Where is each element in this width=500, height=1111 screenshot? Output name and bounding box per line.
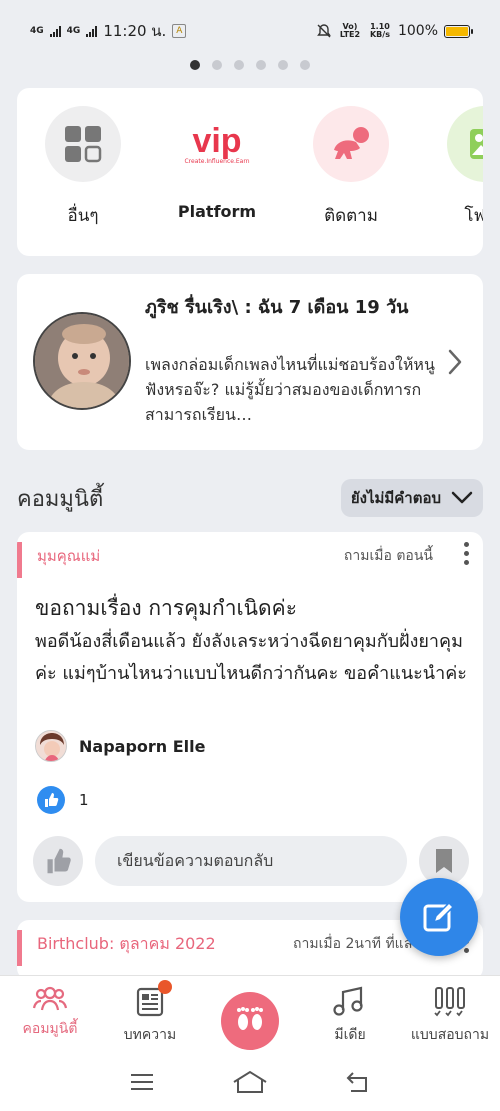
shortcuts-card: อื่นๆ vip Create.Influence.Earn Platform…: [17, 88, 483, 256]
carousel-dot[interactable]: [256, 60, 266, 70]
shortcut-others[interactable]: อื่นๆ: [23, 106, 143, 229]
bottom-tab-bar: คอมมูนิตี้ บทความ มีเดีย แบบสอบถาม: [0, 975, 500, 1053]
system-nav-bar: [0, 1053, 500, 1111]
shortcut-label: Platform: [177, 202, 257, 221]
carousel-dot[interactable]: [234, 60, 244, 70]
filter-dropdown[interactable]: ยังไม่มีคำตอบ: [340, 479, 483, 517]
vip-logo: vip Create.Influence.Earn: [179, 106, 255, 182]
notification-badge: [158, 980, 172, 994]
question-post[interactable]: มุมคุณแม่ ถามเมื่อ ตอนนี้ ขอถามเรื่อง กา…: [17, 532, 483, 902]
notification-app-icon: A: [172, 24, 187, 38]
chevron-down-icon: [451, 491, 473, 504]
clock: 11:20 น.: [103, 22, 167, 40]
shortcut-label: อื่นๆ: [67, 206, 99, 226]
post-category[interactable]: Birthclub: ตุลาคม 2022: [37, 932, 216, 957]
battery-percent: 100%: [397, 23, 438, 39]
signal-icon: [86, 25, 98, 37]
like-icon: [37, 786, 65, 814]
filter-label: ยังไม่มีคำตอบ: [350, 489, 441, 507]
post-category[interactable]: มุมคุณแม่: [37, 544, 100, 568]
tab-label: แบบสอบถาม: [410, 1027, 490, 1043]
volte-indicator: Vo) LTE2: [339, 22, 361, 39]
reply-bar: เขียนข้อความตอบกลับ: [33, 836, 469, 886]
post-body: พอดีน้องสี่เดือนแล้ว ยังลังเลระหว่างฉีดย…: [35, 631, 467, 684]
baby-avatar: [33, 312, 131, 410]
bookmark-icon: [436, 849, 452, 873]
chevron-right-icon[interactable]: [447, 348, 463, 376]
carousel-indicator: [0, 60, 500, 70]
thumbs-up-icon: [47, 848, 71, 874]
community-header: คอมมูนิตี้ ยังไม่มีคำตอบ: [17, 478, 483, 518]
tab-label: บทความ: [123, 1027, 177, 1043]
photo-icon: [447, 106, 483, 182]
post-author[interactable]: Napaporn Elle: [35, 730, 205, 762]
baby-crawl-icon: [313, 106, 389, 182]
post-time: ถามเมื่อ ตอนนี้: [343, 548, 433, 564]
tab-polls[interactable]: แบบสอบถาม: [400, 976, 500, 1053]
poll-icon: [434, 987, 465, 1017]
category-accent-bar: [17, 542, 22, 578]
network-speed: 1.10 KB/s: [369, 22, 390, 39]
tab-home[interactable]: [200, 976, 300, 1053]
edit-icon: [423, 901, 455, 932]
like-summary: 1: [37, 786, 89, 814]
category-accent-bar: [17, 930, 22, 966]
community-heading: คอมมูนิตี้: [17, 486, 104, 512]
back-icon[interactable]: [345, 1071, 371, 1093]
carousel-dot[interactable]: [212, 60, 222, 70]
tab-articles[interactable]: บทความ: [100, 976, 200, 1053]
carousel-dot[interactable]: [300, 60, 310, 70]
compose-question-button[interactable]: [400, 878, 478, 956]
reply-input[interactable]: เขียนข้อความตอบกลับ: [95, 836, 407, 886]
status-bar: 4G 4G 11:20 น. A Vo) LTE2 1.10 KB/s 100%: [0, 0, 500, 62]
carousel-dot[interactable]: [278, 60, 288, 70]
author-avatar: [35, 730, 67, 762]
tab-label: มีเดีย: [334, 1027, 366, 1043]
mute-icon: [317, 24, 331, 38]
like-count: 1: [79, 791, 89, 809]
menu-icon[interactable]: [129, 1072, 155, 1092]
carousel-dot[interactable]: [190, 60, 200, 70]
tab-label: คอมมูนิตี้: [22, 1021, 78, 1037]
network-indicator-2: 4G: [66, 25, 81, 36]
shortcut-platform[interactable]: vip Create.Influence.Earn Platform: [157, 106, 277, 221]
baby-tip-card[interactable]: ภูริช รื่นเริง\ : ฉัน 7 เดือน 19 วัน เพล…: [17, 274, 483, 450]
author-name: Napaporn Elle: [79, 736, 206, 756]
shortcut-follow[interactable]: ติดตาม: [291, 106, 411, 229]
people-icon: [32, 986, 68, 1011]
tab-media[interactable]: มีเดีย: [300, 976, 400, 1053]
vip-logo-text: vip: [192, 121, 242, 160]
baby-age-title: ภูริช รื่นเริง\ : ฉัน 7 เดือน 19 วัน: [145, 297, 409, 318]
like-button[interactable]: [33, 836, 83, 886]
signal-icon: [49, 25, 61, 37]
music-icon: [333, 986, 363, 1016]
baby-tip-text: เพลงกล่อมเด็กเพลงไหนที่แม่ชอบร้องให้หนูฟ…: [145, 355, 435, 424]
more-options-icon[interactable]: [464, 542, 469, 565]
footprints-icon: [221, 992, 279, 1050]
shortcut-photo[interactable]: โฟโต: [425, 106, 483, 229]
shortcut-label: ติดตาม: [324, 206, 378, 226]
grid-icon: [45, 106, 121, 182]
battery-icon: [444, 24, 473, 38]
network-indicator-1: 4G: [30, 25, 44, 36]
home-icon[interactable]: [232, 1070, 268, 1094]
shortcut-label: โฟโต: [464, 206, 483, 226]
tab-community[interactable]: คอมมูนิตี้: [0, 976, 100, 1053]
vip-logo-subtext: Create.Influence.Earn: [184, 157, 250, 165]
post-title: ขอถามเรื่อง การคุมกำเนิดค่ะ: [35, 596, 297, 620]
